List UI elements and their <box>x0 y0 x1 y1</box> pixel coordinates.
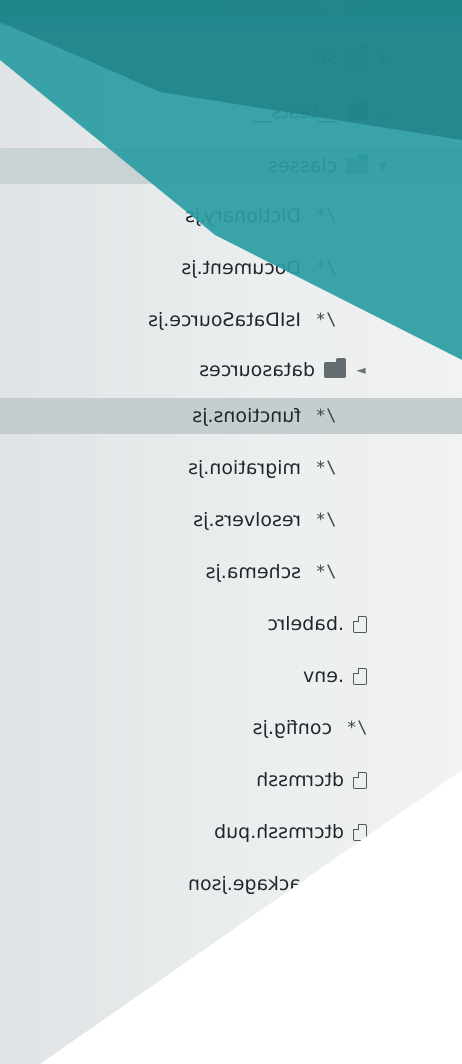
tree-item-label: Document.js <box>181 257 301 279</box>
tree-item-label: .babelrc <box>267 613 344 635</box>
tree-item-babelrc[interactable]: .babelrc <box>267 606 367 642</box>
folder-icon <box>346 104 368 120</box>
js-file-icon: /* <box>315 310 336 330</box>
tree-item-label: resolvers.js <box>193 509 301 531</box>
js-file-icon: /* <box>315 406 336 426</box>
tree-item-label: package.json <box>187 873 313 895</box>
tree-item-schema[interactable]: /* schema.js <box>206 554 336 590</box>
folder-icon <box>324 362 346 378</box>
tree-item-label: datasources <box>199 359 315 381</box>
tree-item-src[interactable]: ▼ src <box>309 40 389 76</box>
tree-item-backend[interactable]: ▼ backend <box>235 0 367 22</box>
tree-item-tests[interactable]: ► __tests__ <box>253 94 389 130</box>
js-file-icon: /* <box>315 258 336 278</box>
file-icon <box>353 771 367 789</box>
tree-item-label: src <box>309 47 337 69</box>
tree-item-label: dtcrmssh.pub <box>214 821 344 843</box>
tree-item-label: backend <box>234 0 315 15</box>
tree-item-label: .env <box>302 665 344 687</box>
chevron-right-icon[interactable]: ► <box>355 363 367 377</box>
tree-item-partial[interactable]: js <box>286 918 336 954</box>
js-file-icon: /* <box>315 458 336 478</box>
folder-open-icon <box>346 50 368 66</box>
tree-item-label: config.js <box>252 717 332 739</box>
tree-item-resolvers[interactable]: /* resolvers.js <box>193 502 336 538</box>
tree-item-dtcrmssh[interactable]: dtcrmssh <box>256 762 367 798</box>
chevron-down-icon[interactable]: ▼ <box>355 0 367 11</box>
js-file-icon: /* <box>315 510 336 530</box>
file-icon <box>353 667 367 685</box>
tree-item-label: Dictionary.js <box>185 205 301 227</box>
chevron-down-icon[interactable]: ▼ <box>377 51 389 65</box>
tree-item-datasources[interactable]: ► datasources <box>199 352 367 388</box>
chevron-right-icon[interactable]: ► <box>377 105 389 119</box>
tree-item-functions[interactable]: /* functions.js <box>192 398 336 434</box>
tree-item-document[interactable]: /* Document.js <box>181 250 336 286</box>
folder-open-icon <box>324 0 346 12</box>
tree-item-dtcrmssh-pub[interactable]: dtcrmssh.pub <box>214 814 367 850</box>
js-file-icon: /* <box>315 206 336 226</box>
tree-item-env[interactable]: .env <box>303 658 367 694</box>
tree-item-dictionary[interactable]: /* Dictionary.js <box>185 198 336 234</box>
tree-item-label: functions.js <box>192 405 301 427</box>
tree-item-label: migration.js <box>188 457 301 479</box>
js-file-icon: /* <box>346 718 367 738</box>
tree-item-label: __tests__ <box>252 101 337 123</box>
tree-item-label: classes <box>268 155 337 177</box>
tree-item-label: IsIDataSource.js <box>148 309 301 331</box>
tree-item-label: dtcrmssh <box>256 769 344 791</box>
tree-item-label: js <box>285 925 301 947</box>
tree-item-classes[interactable]: ▼ classes <box>268 148 389 184</box>
chevron-down-icon[interactable]: ▼ <box>377 159 389 173</box>
tree-item-package-json[interactable]: package.json <box>188 866 336 902</box>
tree-item-config[interactable]: /* config.js <box>253 710 367 746</box>
folder-open-icon <box>346 158 368 174</box>
js-file-icon: /* <box>315 562 336 582</box>
tree-item-isidatasource[interactable]: /* IsIDataSource.js <box>148 302 336 338</box>
tree-item-label: schema.js <box>205 561 301 583</box>
file-icon <box>353 615 367 633</box>
file-tree: ▼ backend ▼ src ► __tests__ ▼ classes /*… <box>0 0 462 1064</box>
tree-item-migration[interactable]: /* migration.js <box>188 450 336 486</box>
file-icon <box>353 823 367 841</box>
file-icon <box>322 875 336 893</box>
